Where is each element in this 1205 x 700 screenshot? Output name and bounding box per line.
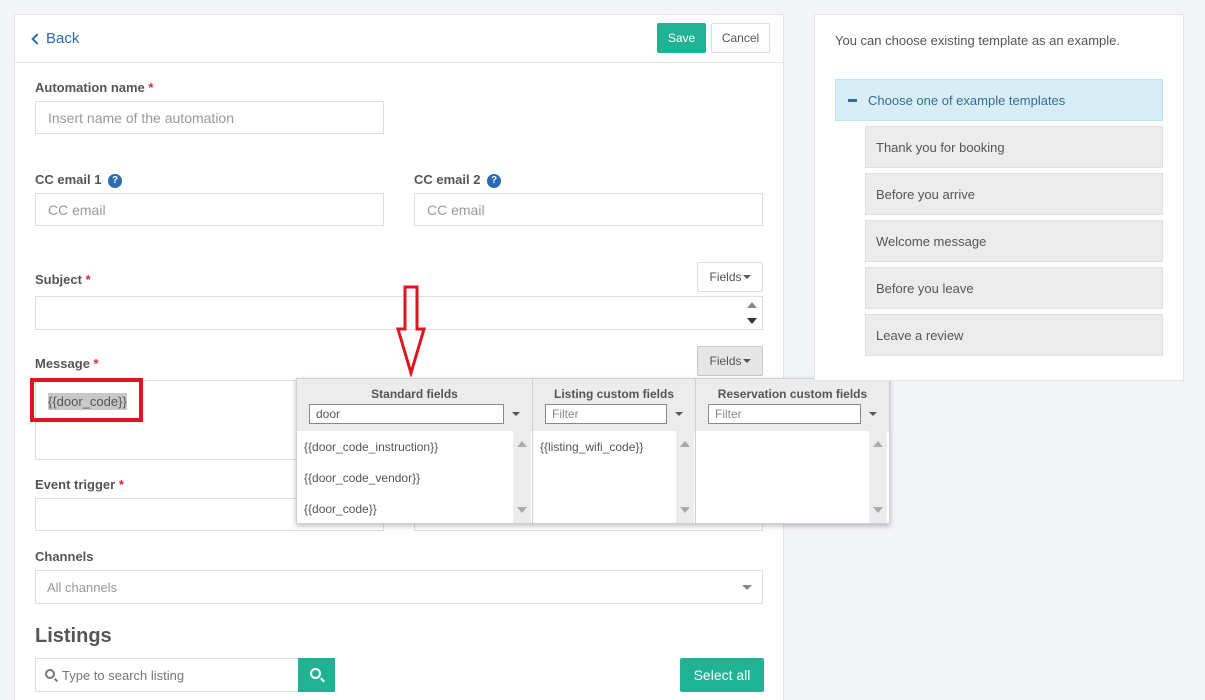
cc-email-1-label-text: CC email 1 <box>35 172 102 187</box>
caret-down-icon <box>742 275 751 279</box>
scroll-up-icon[interactable] <box>680 441 690 447</box>
listing-search-button[interactable] <box>298 658 335 692</box>
listing-fields-list: {{listing_wifi_code}} <box>533 431 676 523</box>
channels-selected-value: All channels <box>47 580 118 595</box>
form-toolbar: Back Save Cancel <box>15 15 783 63</box>
automation-name-placeholder: Insert name of the automation <box>48 110 234 126</box>
event-trigger-label: Event trigger * <box>35 477 124 492</box>
caret-down-icon[interactable] <box>512 412 520 416</box>
listing-search-placeholder: Type to search listing <box>62 668 185 683</box>
minus-icon <box>848 99 857 102</box>
back-link[interactable]: Back <box>30 30 79 47</box>
standard-fields-list: {{door_code_instruction}} {{door_code_ve… <box>297 431 513 523</box>
message-label-text: Message <box>35 356 90 371</box>
example-templates-panel: You can choose existing template as an e… <box>814 14 1184 381</box>
list-item[interactable]: {{door_code_instruction}} <box>304 440 438 454</box>
template-item-leave-review[interactable]: Leave a review <box>865 314 1163 356</box>
subject-fields-button[interactable]: Fields <box>697 262 763 292</box>
caret-down-icon[interactable] <box>869 412 877 416</box>
required-mark: * <box>85 272 91 287</box>
caret-down-icon <box>742 359 751 363</box>
scroll-up-icon[interactable] <box>747 302 757 308</box>
channels-label: Channels <box>35 549 94 564</box>
scroll-down-icon[interactable] <box>747 318 757 324</box>
scrollbar[interactable] <box>869 431 887 523</box>
column-header: Listing custom fields Filter <box>533 379 695 431</box>
caret-down-icon <box>742 585 752 590</box>
column-title: Standard fields <box>371 387 458 401</box>
scroll-down-icon[interactable] <box>873 507 883 513</box>
scroll-down-icon[interactable] <box>680 507 690 513</box>
automation-name-label: Automation name * <box>35 80 153 95</box>
fields-dropdown: Standard fields door {{door_code_instruc… <box>296 378 890 524</box>
scroll-up-icon[interactable] <box>517 441 527 447</box>
required-mark: * <box>118 477 124 492</box>
cc-email-1-field[interactable]: CC email <box>35 193 384 226</box>
list-item[interactable]: {{listing_wifi_code}} <box>540 440 643 454</box>
reservation-fields-list <box>696 431 869 523</box>
list-item[interactable]: {{door_code}} <box>304 502 377 516</box>
select-all-button[interactable]: Select all <box>680 658 764 692</box>
save-button[interactable]: Save <box>657 23 706 53</box>
cc-email-2-label: CC email 2 ? <box>414 172 502 188</box>
cc-email-1-placeholder: CC email <box>48 202 106 218</box>
question-circle-icon[interactable]: ? <box>487 174 502 188</box>
scroll-down-icon[interactable] <box>517 507 527 513</box>
subject-label-text: Subject <box>35 272 82 287</box>
message-label: Message * <box>35 356 99 371</box>
back-label: Back <box>46 30 80 47</box>
scroll-up-icon[interactable] <box>873 441 883 447</box>
cc-email-2-label-text: CC email 2 <box>414 172 481 187</box>
template-item-thank-you[interactable]: Thank you for booking <box>865 126 1163 168</box>
list-item[interactable]: {{door_code_vendor}} <box>304 471 420 485</box>
search-icon <box>45 669 55 679</box>
annotation-highlight-box <box>30 378 143 422</box>
column-header: Reservation custom fields Filter <box>696 379 889 431</box>
template-item-before-arrive[interactable]: Before you arrive <box>865 173 1163 215</box>
required-mark: * <box>93 356 99 371</box>
channels-label-text: Channels <box>35 549 94 564</box>
scrollbar[interactable] <box>676 431 694 523</box>
column-title: Listing custom fields <box>553 387 674 401</box>
template-item-welcome[interactable]: Welcome message <box>865 220 1163 262</box>
accordion-title: Choose one of example templates <box>868 93 1066 108</box>
cc-email-2-field[interactable]: CC email <box>414 193 763 226</box>
message-fields-label: Fields <box>709 354 742 368</box>
standard-fields-filter[interactable]: door <box>309 404 504 424</box>
listings-heading: Listings <box>35 625 112 647</box>
column-title: Reservation custom fields <box>717 387 868 401</box>
reservation-custom-fields-column: Reservation custom fields Filter <box>696 379 889 523</box>
cancel-button[interactable]: Cancel <box>711 23 770 53</box>
listing-custom-fields-column: Listing custom fields Filter {{listing_w… <box>533 379 696 523</box>
templates-intro-text: You can choose existing template as an e… <box>835 33 1120 48</box>
caret-down-icon[interactable] <box>675 412 683 416</box>
scrollbar[interactable] <box>513 431 531 523</box>
chevron-left-icon <box>31 32 43 45</box>
automation-name-input[interactable]: Insert name of the automation <box>35 101 384 134</box>
filter-value: door <box>316 407 341 421</box>
automation-name-label-text: Automation name <box>35 80 145 95</box>
cc-email-2-placeholder: CC email <box>427 202 485 218</box>
subject-scrollbar[interactable] <box>742 297 762 329</box>
templates-accordion-header[interactable]: Choose one of example templates <box>835 79 1163 121</box>
reservation-fields-filter[interactable]: Filter <box>708 404 861 424</box>
template-item-before-leave[interactable]: Before you leave <box>865 267 1163 309</box>
message-fields-button[interactable]: Fields <box>697 346 763 376</box>
question-circle-icon[interactable]: ? <box>108 174 123 188</box>
cc-email-1-label: CC email 1 ? <box>35 172 123 188</box>
search-icon <box>310 668 321 679</box>
filter-placeholder: Filter <box>552 407 579 421</box>
filter-placeholder: Filter <box>715 407 742 421</box>
listing-search-input[interactable]: Type to search listing <box>35 658 335 692</box>
standard-fields-column: Standard fields door {{door_code_instruc… <box>297 379 533 523</box>
column-header: Standard fields door <box>297 379 532 431</box>
required-mark: * <box>148 80 154 95</box>
annotation-arrow-down <box>396 285 426 377</box>
channels-select[interactable]: All channels <box>35 570 763 604</box>
subject-fields-label: Fields <box>709 270 742 284</box>
event-trigger-label-text: Event trigger <box>35 477 116 492</box>
subject-label: Subject * <box>35 272 91 287</box>
listing-fields-filter[interactable]: Filter <box>545 404 667 424</box>
